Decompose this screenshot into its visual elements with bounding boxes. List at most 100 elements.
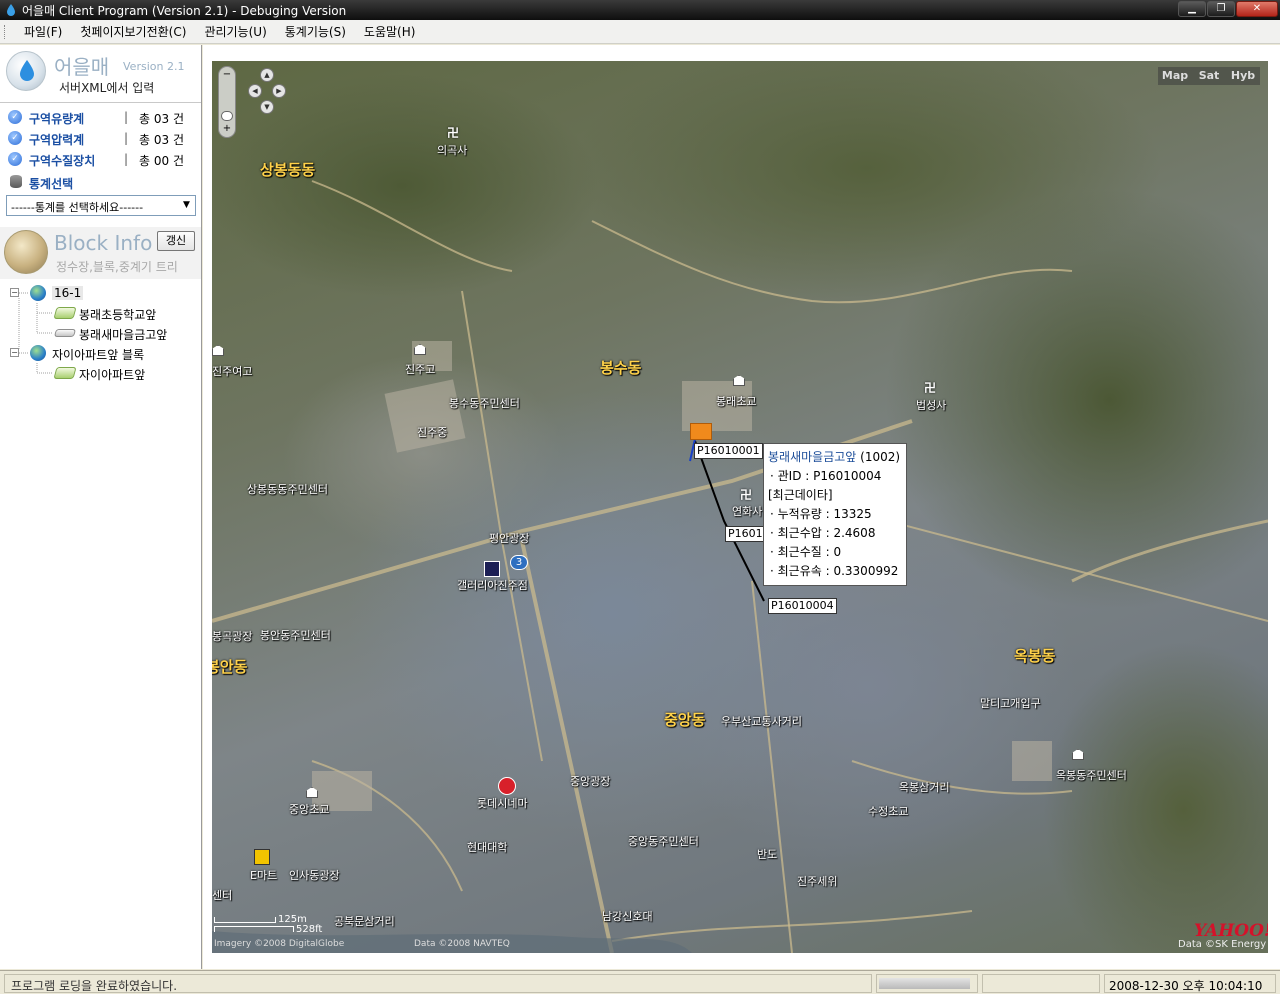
stat-count: 총 00 건	[139, 154, 184, 168]
poi-label: 중앙동주민센터	[628, 835, 699, 848]
scale-line-metric	[214, 917, 276, 923]
collapse-icon[interactable]: −	[10, 288, 19, 297]
poi-label: 진주고	[405, 363, 436, 376]
pan-down-icon[interactable]: ▼	[260, 100, 274, 114]
zoom-out-icon[interactable]: +	[219, 123, 235, 134]
info-recent-header: [최근데이타]	[768, 488, 833, 502]
place-label: 옥봉동	[1014, 647, 1056, 665]
tree-leaf-xi-apartment[interactable]: 자이아파트앞	[6, 363, 201, 383]
separator-bar: |	[124, 152, 129, 166]
poi-label: 진주여고	[212, 365, 253, 378]
tree-leaf-label: 자이아파트앞	[79, 368, 146, 382]
map-type-hyb-button[interactable]: Hyb	[1226, 67, 1260, 85]
window-title: 어을매 Client Program (Version 2.1) - Debug…	[22, 4, 347, 18]
place-label: 중앙동	[664, 711, 706, 729]
close-button[interactable]: ✕	[1236, 1, 1278, 17]
pipe-label[interactable]: P16010001	[694, 443, 763, 459]
emart-icon	[254, 849, 270, 865]
brand-header: 어을매 Version 2.1 서버XML에서 입력	[0, 45, 201, 101]
satellite-map[interactable]: − + ▲ ◀ ▶ ▼ Map Sat Hyb 상봉동동 봉수동 봉안동 중앙동…	[212, 61, 1268, 953]
water-drop-icon	[6, 51, 46, 91]
pipe-label[interactable]: P1601	[725, 526, 766, 542]
stat-label: 구역유량계	[29, 112, 85, 126]
poi-label: 롯데시네마	[477, 797, 528, 810]
sensor-marker[interactable]	[690, 423, 712, 440]
title-bar: 어을매 Client Program (Version 2.1) - Debug…	[0, 0, 1280, 20]
tree-node-xi-apartment-block[interactable]: − 자이아파트앞 블록	[6, 343, 201, 363]
poi-label: E마트	[250, 869, 278, 882]
poi-label: 중앙초교	[289, 803, 330, 816]
zoom-handle[interactable]	[221, 111, 233, 121]
stat-row-water-quality[interactable]: ✓ 구역수질장치 | 총 00 건	[6, 149, 196, 170]
map-type-map-button[interactable]: Map	[1158, 67, 1192, 85]
sensor-node-icon	[53, 367, 77, 379]
minimize-button[interactable]: ▁	[1178, 1, 1206, 17]
poi-label: 현대대학	[467, 841, 508, 854]
map-type-sat-button[interactable]: Sat	[1192, 67, 1226, 85]
left-panel: 어을매 Version 2.1 서버XML에서 입력 ✓ 구역유량계 | 총 0…	[0, 45, 202, 969]
app-version: Version 2.1	[123, 60, 185, 73]
pan-up-icon[interactable]: ▲	[260, 68, 274, 82]
check-icon: ✓	[8, 131, 22, 145]
pan-control[interactable]: ▲ ◀ ▶ ▼	[248, 68, 286, 116]
menu-file[interactable]: 파일(F)	[15, 23, 71, 40]
window-controls: ▁ ❐ ✕	[1178, 1, 1278, 19]
pipe-label[interactable]: P16010004	[768, 598, 837, 614]
tree-node-16-1[interactable]: − 16-1	[6, 283, 201, 303]
info-station-code: (1002)	[860, 450, 901, 464]
poi-label: 우부산교통사거리	[721, 715, 802, 728]
status-bar: 프로그램 로딩을 완료하였습니다. 2008-12-30 오후 10:04:10	[0, 970, 1280, 994]
menu-management[interactable]: 관리기능(U)	[195, 23, 275, 40]
stat-row-flowmeter[interactable]: ✓ 구역유량계 | 총 03 건	[6, 107, 196, 128]
poi-label: 말티고개입구	[980, 697, 1041, 710]
map-navigation-control[interactable]: − + ▲ ◀ ▶ ▼	[218, 66, 286, 138]
zoom-in-icon[interactable]: −	[219, 69, 235, 80]
info-pipe-id: · 관ID : P16010004	[770, 469, 882, 483]
menu-first-page-toggle[interactable]: 첫페이지보기전환(C)	[71, 23, 195, 40]
scale-imperial: 528ft	[296, 924, 323, 935]
info-flow: · 누적유량 : 13325	[770, 507, 872, 521]
map-panel: − + ▲ ◀ ▶ ▼ Map Sat Hyb 상봉동동 봉수동 봉안동 중앙동…	[203, 45, 1280, 969]
pan-left-icon[interactable]: ◀	[248, 84, 262, 98]
sensor-node-icon	[53, 307, 77, 319]
chevron-down-icon[interactable]: ▼	[178, 196, 195, 215]
stat-select-dropdown[interactable]: ------통계를 선택하세요------ ▼	[6, 195, 196, 216]
poi-label: 연화사	[732, 505, 763, 518]
poi-label: 봉수동주민센터	[449, 397, 520, 410]
tree-leaf-bongrae-saemaeul[interactable]: 봉래새마을금고앞	[6, 323, 201, 343]
progress-fill	[879, 978, 970, 989]
info-velocity: · 최근유속 : 0.3300992	[770, 564, 899, 578]
sensor-node-icon	[53, 329, 77, 337]
temple-icon: 卍	[924, 381, 937, 395]
collapse-icon[interactable]: −	[10, 348, 19, 357]
poi-label: 옥봉동주민센터	[1056, 769, 1127, 782]
provider-data-credit: Data ©SK Energy	[1178, 939, 1267, 950]
temple-icon: 卍	[447, 126, 460, 140]
pan-right-icon[interactable]: ▶	[272, 84, 286, 98]
maximize-button[interactable]: ❐	[1207, 1, 1235, 17]
stat-row-pressure-gauge[interactable]: ✓ 구역압력계 | 총 03 건	[6, 128, 196, 149]
zoom-slider[interactable]: − +	[218, 66, 236, 138]
earth-icon	[30, 285, 46, 301]
refresh-button[interactable]: 갱신	[157, 231, 195, 251]
poi-label: 중앙광장	[570, 775, 611, 788]
block-info-title: Block Info	[54, 231, 153, 255]
menu-help[interactable]: 도움말(H)	[355, 23, 425, 40]
progress-bar	[876, 974, 978, 993]
poi-label: 수정초교	[868, 805, 909, 818]
poi-label: 인사동광장	[289, 869, 340, 882]
divider	[0, 102, 201, 103]
app-name: 어을매	[54, 55, 110, 79]
menu-statistics[interactable]: 통계기능(S)	[276, 23, 355, 40]
block-tree: − 16-1 봉래초등학교앞 봉래새마을금고앞 − 자이아파트앞 블록 자이아파…	[6, 283, 201, 383]
status-message: 프로그램 로딩을 완료하였습니다.	[4, 974, 872, 993]
poi-label: 의곡사	[437, 144, 468, 157]
tree-leaf-bongrae-elementary[interactable]: 봉래초등학교앞	[6, 303, 201, 323]
department-store-icon	[484, 561, 500, 577]
place-label: 상봉동동	[260, 161, 316, 179]
stat-count: 총 03 건	[139, 112, 184, 126]
tree-node-label: 16-1	[52, 286, 84, 300]
earth-icon	[30, 345, 46, 361]
map-scale: 125m 528ft	[214, 914, 324, 939]
stat-select-title: 통계선택	[29, 177, 74, 191]
